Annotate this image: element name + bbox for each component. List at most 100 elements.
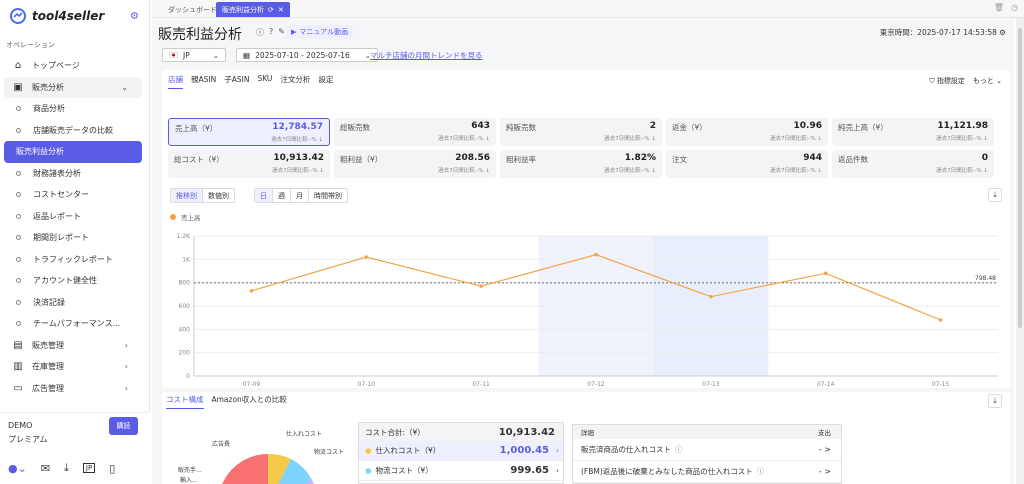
jp-flag-icon[interactable]: JP: [82, 463, 96, 473]
metric-card[interactable]: 売上高（¥） 12,784.57 過去7日間比較:-% ↓: [168, 118, 330, 146]
multi-store-trend-link[interactable]: マルチ店舗の月間トレンドを見る: [370, 50, 483, 61]
view-button[interactable]: 推移別: [171, 189, 203, 202]
help-icon[interactable]: ?: [269, 27, 273, 38]
info-icon[interactable]: ⓘ: [757, 466, 765, 477]
tab-current[interactable]: 販売利益分析 ⟳ ✕: [216, 2, 290, 17]
manual-video-button[interactable]: ▶ マニュアル動画: [286, 25, 354, 39]
sidebar-item[interactable]: 店舗販売データの比較: [0, 120, 150, 142]
sidebar-item[interactable]: チームパフォーマンス...: [0, 313, 150, 335]
period-button[interactable]: 時間帯別: [309, 189, 347, 202]
info-icon[interactable]: ⓘ: [675, 444, 683, 455]
subtab[interactable]: SKU: [257, 74, 272, 89]
metric-name: 純売上高（¥）: [838, 123, 888, 132]
sidebar-item[interactable]: 財務諸表分析: [0, 163, 150, 185]
bullet-icon: [16, 106, 21, 112]
metric-name: 粗利益率: [506, 155, 536, 164]
phone-icon[interactable]: ▯: [109, 462, 115, 475]
clock-settings-icon[interactable]: ⚙: [999, 28, 1006, 37]
home-icon: ⌂: [14, 60, 22, 72]
sidebar-item[interactable]: コストセンター: [0, 184, 150, 206]
sidebar-item[interactable]: 期間別レポート: [0, 227, 150, 249]
subtab[interactable]: 親ASIN: [191, 74, 216, 89]
logistics-dot-icon: ●: [365, 466, 372, 475]
sidebar-item[interactable]: 決済記録: [0, 292, 150, 314]
x-tick-label: 07-15: [932, 381, 950, 388]
metric-settings-button[interactable]: ⛉ 指標設定: [929, 76, 964, 86]
sidebar-item[interactable]: ▣ 販売分析 ⌄: [4, 76, 142, 98]
sidebar-item[interactable]: ▥ 在庫管理 ›: [4, 356, 142, 378]
tab-dashboard[interactable]: ダッシュボード: [162, 2, 223, 17]
sidebar-item[interactable]: 返品レポート: [0, 206, 150, 228]
sidebar-item[interactable]: アカウント健全性: [0, 270, 150, 292]
refresh-icon[interactable]: ⟳: [268, 6, 274, 14]
marketplace-select[interactable]: JP ⌄: [162, 48, 226, 62]
metric-card[interactable]: 純販売数 2 過去7日間比較:-% ↓: [500, 118, 662, 146]
metric-card[interactable]: 総販売数 643 過去7日間比較:-% ↓: [334, 118, 496, 146]
bullet-icon: [16, 278, 21, 284]
sidebar-item-label: 返品レポート: [33, 211, 81, 221]
download-icon[interactable]: ⤓: [64, 461, 69, 475]
period-button[interactable]: 月: [291, 189, 309, 202]
bullet-icon: [16, 235, 21, 241]
subtab[interactable]: 設定: [318, 74, 333, 89]
user-avatar-icon[interactable]: ●⌄: [8, 462, 27, 475]
detail-row-label: (FBM)返品後に破棄とみなした商品の仕入れコスト: [581, 467, 753, 476]
sidebar-item[interactable]: ▤ 販売管理 ›: [4, 335, 142, 357]
sidebar-item[interactable]: 販売利益分析: [4, 141, 142, 163]
sidebar-item-label: 広告管理: [32, 383, 64, 393]
subtab[interactable]: 店舗: [168, 74, 183, 89]
metric-compare: 過去7日間比較:-% ↓: [936, 136, 988, 142]
sidebar-item[interactable]: ⌂ トップページ: [4, 55, 142, 77]
bullet-icon: [16, 192, 21, 198]
metric-compare: 過去7日間比較:-% ↓: [272, 168, 324, 174]
mail-icon[interactable]: ✉: [41, 462, 50, 475]
metric-name: 総販売数: [340, 123, 370, 132]
scrollbar-thumb[interactable]: [1018, 28, 1022, 328]
pie-label-import: 輸入...: [180, 476, 198, 484]
pie-label-fees: 販売手...: [178, 466, 202, 474]
bullet-icon: [16, 256, 21, 262]
date-range-picker[interactable]: ▦ 2025-07-10 - 2025-07-16 ⌄: [236, 48, 378, 62]
y-tick-label: 0: [186, 373, 190, 380]
subtab[interactable]: 子ASIN: [224, 74, 249, 89]
trash-icon[interactable]: 🗑: [994, 3, 1004, 12]
close-icon[interactable]: ✕: [278, 6, 284, 14]
page-scrollbar[interactable]: [1016, 18, 1024, 484]
edit-icon[interactable]: ✎: [278, 27, 285, 38]
metric-card[interactable]: 純売上高（¥） 11,121.98 過去7日間比較:-% ↓: [832, 118, 994, 146]
logo[interactable]: tool4seller: [10, 8, 104, 24]
metric-card[interactable]: 総コスト（¥） 10,913.42 過去7日間比較:-% ↓: [168, 150, 330, 178]
period-button[interactable]: 日: [255, 189, 273, 202]
sidebar-item[interactable]: ▭ 広告管理 ›: [4, 378, 142, 400]
cost-row-logistics[interactable]: ● 物流コスト（¥） 999.65 ›: [359, 461, 563, 481]
chart-download-icon[interactable]: ⤓: [988, 188, 1002, 202]
view-button[interactable]: 数値別: [203, 189, 234, 202]
info-icon[interactable]: ⓘ: [256, 27, 264, 38]
metric-card[interactable]: 注文 944 過去7日間比較:-% ↓: [666, 150, 828, 178]
detail-row[interactable]: (FBM)返品後に破棄とみなした商品の仕入れコスト ⓘ - >: [573, 461, 841, 483]
metric-card[interactable]: 返金（¥） 10.96 過去7日間比較:-% ↓: [666, 118, 828, 146]
tab-amazon-compare[interactable]: Amazon収入との比較: [212, 394, 287, 409]
sidebar-item[interactable]: 商品分析: [0, 98, 150, 120]
metric-card[interactable]: 粗利益（¥） 208.56 過去7日間比較:-% ↓: [334, 150, 496, 178]
settings-gear-icon[interactable]: ⚙: [130, 11, 139, 22]
subtab[interactable]: 注文分析: [280, 74, 310, 89]
data-point: [479, 284, 483, 288]
sidebar-item[interactable]: トラフィックレポート: [0, 249, 150, 271]
plan-name: プレミアム: [8, 435, 48, 444]
cost-row-label: 物流コスト（¥）: [375, 466, 433, 475]
subscribe-button[interactable]: 購読: [109, 417, 138, 435]
period-button[interactable]: 週: [273, 189, 291, 202]
metric-card[interactable]: 返品件数 0 過去7日間比較:-% ↓: [832, 150, 994, 178]
bullet-icon: [16, 299, 21, 305]
cost-row-purchase[interactable]: ● 仕入れコスト（¥） 1,000.45 ›: [359, 441, 563, 461]
metric-card[interactable]: 粗利益率 1.82% 過去7日間比較:-% ↓: [500, 150, 662, 178]
more-button[interactable]: もっと ⌄: [973, 76, 1002, 86]
detail-row[interactable]: 販売済商品の仕入れコスト ⓘ - >: [573, 439, 841, 461]
history-icon[interactable]: ◷: [1011, 3, 1018, 12]
footer-icons: ●⌄ ✉ ⤓ JP ▯: [8, 461, 115, 475]
tab-cost-structure[interactable]: コスト構成: [166, 394, 204, 409]
cost-download-icon[interactable]: ⤓: [988, 394, 1002, 408]
cost-pie-chart: 広告費 仕入れコスト 物流コスト 販売手... 輸入...: [178, 430, 344, 484]
x-tick-label: 07-10: [358, 381, 376, 388]
